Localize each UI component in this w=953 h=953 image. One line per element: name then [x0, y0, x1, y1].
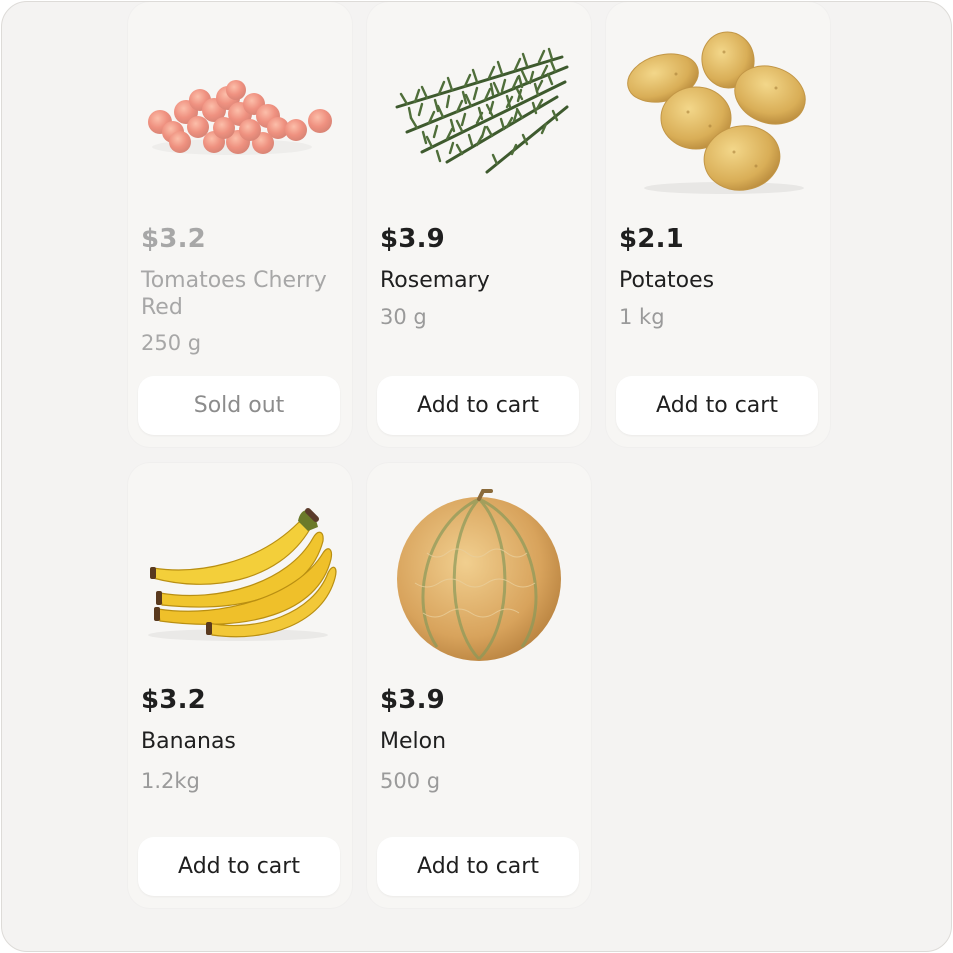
rosemary-image	[367, 2, 591, 202]
cherry-tomatoes-image	[128, 2, 352, 202]
add-to-cart-button[interactable]: Add to cart	[377, 837, 579, 896]
product-weight: 30 g	[380, 305, 427, 329]
product-name: Bananas	[141, 729, 236, 754]
product-card-melon[interactable]: $3.9 Melon 500 g Add to cart	[367, 463, 591, 908]
product-card-tomatoes[interactable]: $3.2 Tomatoes Cherry Red 250 g Sold out	[128, 2, 352, 447]
product-card-rosemary[interactable]: $3.9 Rosemary 30 g Add to cart	[367, 2, 591, 447]
add-to-cart-button[interactable]: Add to cart	[377, 376, 579, 435]
melon-image	[367, 463, 591, 663]
product-price: $3.9	[380, 224, 445, 254]
product-weight: 1 kg	[619, 305, 665, 329]
product-price: $3.2	[141, 685, 206, 715]
product-weight: 1.2kg	[141, 769, 200, 793]
product-grid: $3.2 Tomatoes Cherry Red 250 g Sold out	[1, 1, 952, 952]
product-name: Melon	[380, 729, 447, 754]
product-name: Potatoes	[619, 268, 715, 293]
product-name: Rosemary	[380, 268, 490, 293]
product-price: $2.1	[619, 224, 684, 254]
sold-out-button[interactable]: Sold out	[138, 376, 340, 435]
product-price: $3.9	[380, 685, 445, 715]
product-name: Tomatoes Cherry Red	[141, 268, 327, 320]
product-weight: 500 g	[380, 769, 441, 793]
product-card-bananas[interactable]: $3.2 Bananas 1.2kg Add to cart	[128, 463, 352, 908]
product-card-potatoes[interactable]: $2.1 Potatoes 1 kg Add to cart	[606, 2, 830, 447]
add-to-cart-button[interactable]: Add to cart	[138, 837, 340, 896]
product-weight: 250 g	[141, 331, 202, 355]
potatoes-image	[606, 2, 830, 202]
product-price: $3.2	[141, 224, 206, 254]
add-to-cart-button[interactable]: Add to cart	[616, 376, 818, 435]
bananas-image	[128, 463, 352, 663]
